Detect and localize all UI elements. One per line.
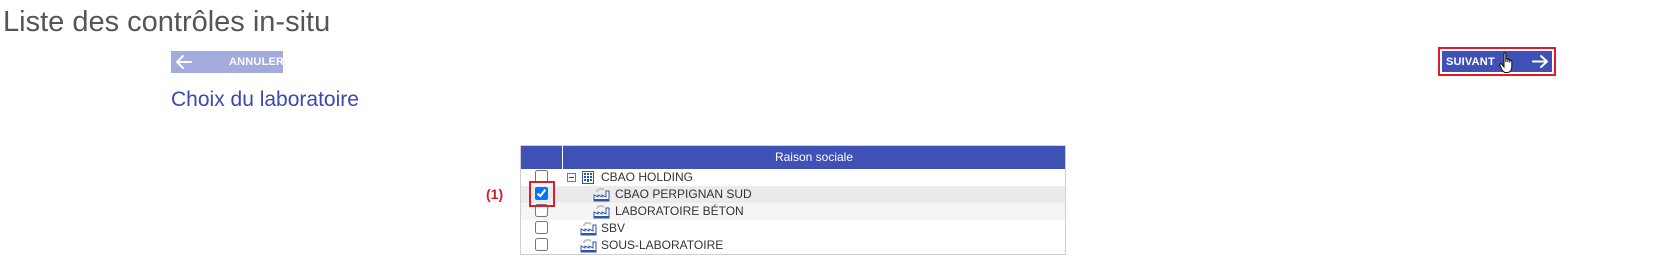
hand-pointer-icon	[1499, 52, 1513, 73]
table-row[interactable]: SBV	[521, 220, 1065, 237]
table-row[interactable]: CBAO HOLDING	[521, 169, 1065, 186]
cancel-button-label: ANNULER	[229, 56, 285, 68]
table-header: Raison sociale	[521, 146, 1065, 169]
arrow-right-icon	[1532, 55, 1548, 68]
header-raison-sociale[interactable]: Raison sociale	[563, 146, 1065, 169]
row-label: CBAO PERPIGNAN SUD	[615, 187, 752, 201]
row-label: CBAO HOLDING	[601, 170, 694, 184]
callout-label: (1)	[486, 186, 504, 202]
collapse-toggle-icon[interactable]	[567, 173, 576, 182]
table-row[interactable]: LABORATOIRE BÉTON	[521, 203, 1065, 220]
row-label: SOUS-LABORATOIRE	[601, 238, 724, 252]
row-label: LABORATOIRE BÉTON	[615, 204, 744, 218]
row-label: SBV	[601, 221, 626, 235]
factory-icon	[593, 187, 610, 202]
row-checkbox[interactable]	[535, 238, 548, 251]
factory-icon	[580, 238, 597, 253]
table-row[interactable]: CBAO PERPIGNAN SUD	[521, 186, 1065, 203]
table-row[interactable]: SOUS-LABORATOIRE	[521, 237, 1065, 254]
section-title: Choix du laboratoire	[171, 88, 359, 111]
factory-icon	[580, 221, 597, 236]
page-title: Liste des contrôles in-situ	[3, 6, 331, 38]
checkbox-highlight	[529, 181, 555, 207]
next-button[interactable]: SUIVANT	[1442, 51, 1552, 72]
building-icon	[582, 171, 594, 184]
row-checkbox[interactable]	[535, 221, 548, 234]
laboratory-table: Raison sociale CBAO HOLDING CBAO PERPIGN…	[520, 145, 1066, 255]
header-checkbox-column	[521, 146, 563, 169]
next-button-label: SUIVANT	[1446, 56, 1495, 68]
cancel-button[interactable]: ANNULER	[171, 51, 285, 73]
arrow-left-icon	[176, 55, 192, 69]
factory-icon	[593, 204, 610, 219]
